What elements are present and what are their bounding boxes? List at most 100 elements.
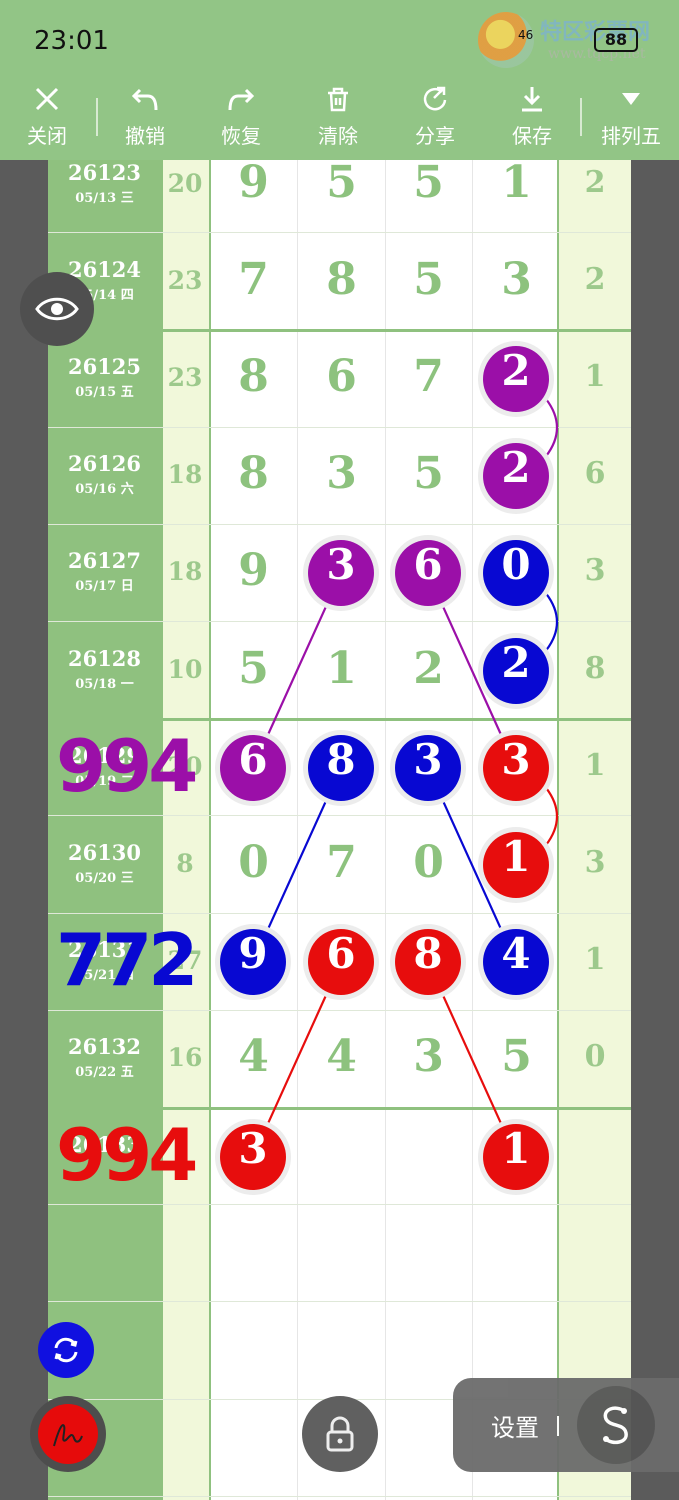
column-divider [472, 160, 473, 1500]
row-divider [48, 426, 631, 428]
mode-label: 排列五 [601, 124, 661, 148]
digit-cell[interactable]: 7 [210, 254, 297, 305]
issue-cell: 26126 05/16 六 [48, 451, 161, 497]
digit-cell[interactable]: 0 [210, 837, 297, 888]
issue-date: 05/18 一 [75, 676, 134, 692]
annotation-label: 772 [56, 918, 198, 1003]
undo-label: 撤销 [125, 124, 165, 148]
extra-value: 8 [584, 650, 606, 686]
highlight-ball[interactable]: 2 [483, 637, 549, 704]
mode-dropdown[interactable]: 排列五 [588, 80, 674, 160]
eye-icon [35, 297, 79, 321]
highlight-ball[interactable]: 2 [483, 346, 549, 412]
highlight-ball[interactable]: 3 [308, 540, 374, 607]
digit-cell[interactable]: 5 [385, 254, 472, 305]
digit-cell[interactable]: 0 [385, 837, 472, 888]
lock-icon [326, 1416, 354, 1452]
issue-number: 26128 [67, 645, 142, 671]
close-icon [4, 80, 90, 120]
digit-cell[interactable]: 5 [210, 643, 297, 694]
digit-cell[interactable]: 1 [473, 160, 560, 208]
battery-icon: 88 [594, 28, 638, 52]
digit-cell[interactable]: 4 [298, 1031, 385, 1082]
pen-icon [53, 1424, 83, 1447]
highlight-ball[interactable]: 9 [220, 929, 286, 996]
clear-button[interactable]: 清除 [295, 80, 381, 160]
eye-toggle-button[interactable] [20, 272, 94, 346]
digit-cell[interactable]: 7 [298, 837, 385, 888]
digit-cell[interactable]: 8 [210, 351, 297, 402]
digit-cell[interactable]: 4 [210, 1031, 297, 1082]
download-icon [489, 80, 575, 120]
row-divider [48, 523, 631, 525]
digit-cell[interactable]: 8 [210, 448, 297, 499]
digit-cell[interactable]: 9 [210, 545, 297, 596]
extra-value: 1 [584, 359, 606, 394]
pen-inner [38, 1404, 98, 1464]
row-divider [48, 621, 631, 622]
toolbar-divider [96, 98, 98, 136]
issue-number: 26126 [67, 451, 142, 477]
digit-cell[interactable]: 2 [385, 643, 472, 694]
settings-panel: 设置 [453, 1378, 679, 1472]
digit-cell[interactable]: 3 [298, 448, 385, 499]
highlight-ball[interactable]: 1 [483, 1123, 549, 1190]
highlight-ball[interactable]: 8 [395, 929, 461, 996]
redo-icon [198, 80, 284, 120]
redo-button[interactable]: 恢复 [198, 80, 284, 160]
digit-cell[interactable]: 3 [473, 254, 560, 305]
digit-cell[interactable]: 5 [298, 160, 385, 208]
trend-sheet[interactable]: 26123 05/13 三 20 2 9 5 5 1 26124 05/14 四 23 2 7 8 5 3 26… [0, 160, 679, 1500]
row-divider [48, 912, 631, 914]
close-button[interactable]: 关闭 [4, 80, 90, 160]
digit-cell[interactable]: 9 [210, 160, 297, 208]
digit-cell[interactable]: 5 [385, 160, 472, 208]
extra-value: 3 [584, 845, 606, 880]
highlight-ball[interactable]: 2 [483, 443, 549, 510]
undo-button[interactable]: 撤销 [102, 80, 188, 160]
issue-date: 05/13 三 [75, 190, 134, 206]
refresh-icon [54, 1337, 78, 1363]
highlight-ball[interactable]: 3 [220, 1123, 286, 1190]
issue-cell: 26130 05/20 三 [48, 840, 161, 886]
digit-cell[interactable]: 7 [385, 351, 472, 402]
extra-value: 2 [584, 261, 606, 297]
signal-icon: 46 [518, 28, 534, 42]
digit-cell[interactable]: 1 [298, 643, 385, 694]
row-divider [48, 1495, 631, 1497]
s-icon [603, 1406, 628, 1445]
sum-value: 18 [167, 460, 203, 490]
redo-label: 恢复 [221, 124, 261, 148]
issue-date: 05/20 三 [75, 871, 134, 886]
highlight-ball[interactable]: 3 [483, 734, 549, 801]
issue-cell: 26127 05/17 日 [48, 548, 161, 594]
digit-cell[interactable]: 8 [298, 254, 385, 305]
highlight-ball[interactable]: 6 [395, 540, 461, 607]
extra-value: 2 [584, 164, 606, 200]
save-button[interactable]: 保存 [489, 80, 575, 160]
highlight-ball[interactable]: 6 [308, 929, 374, 996]
highlight-ball[interactable]: 4 [483, 929, 549, 996]
highlight-ball[interactable]: 1 [483, 832, 549, 898]
highlight-ball[interactable]: 0 [483, 540, 549, 607]
highlight-ball[interactable]: 6 [220, 734, 286, 801]
pen-button[interactable] [30, 1396, 106, 1472]
extra-value: 6 [584, 456, 606, 492]
lock-button[interactable] [302, 1396, 378, 1472]
sum-value: 8 [176, 849, 194, 878]
digit-cell[interactable]: 6 [298, 351, 385, 402]
share-button[interactable]: 分享 [392, 80, 478, 160]
digit-cell[interactable]: 5 [473, 1031, 560, 1082]
extra-value: 0 [584, 1039, 606, 1075]
highlight-ball[interactable]: 8 [308, 734, 374, 801]
digit-cell[interactable]: 5 [385, 448, 472, 499]
row-divider [48, 718, 631, 722]
refresh-button[interactable] [38, 1322, 94, 1378]
issue-number: 26132 [67, 1034, 142, 1060]
sum-value: 16 [167, 1043, 203, 1073]
settings-button[interactable]: 设置 [491, 1408, 539, 1443]
digit-cell[interactable]: 3 [385, 1031, 472, 1082]
sum-value: 20 [167, 168, 203, 198]
assistant-button[interactable] [577, 1386, 655, 1464]
highlight-ball[interactable]: 3 [395, 734, 461, 801]
